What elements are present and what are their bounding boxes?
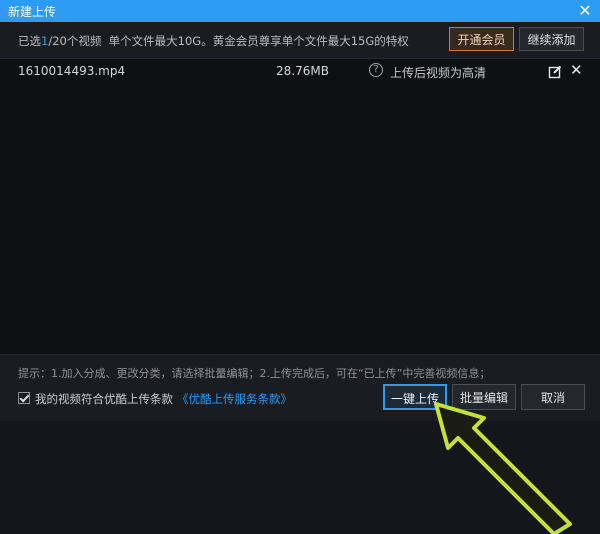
cancel-button[interactable]: 取消 <box>521 384 585 410</box>
file-row[interactable]: 1610014493.mp4 28.76MB ? 上传后视频为高清 ✕ <box>0 59 600 83</box>
file-name: 1610014493.mp4 <box>18 64 126 78</box>
selection-info: 已选1/20个视频 单个文件最大10G。黄金会员尊享单个文件最大15G的特权 <box>18 33 409 49</box>
selected-prefix: 已选 <box>18 34 41 48</box>
batch-edit-button[interactable]: 批量编辑 <box>452 384 516 410</box>
size-limit-text: 单个文件最大10G。黄金会员尊享单个文件最大15G的特权 <box>108 34 409 48</box>
close-icon[interactable]: ✕ <box>578 1 592 21</box>
dialog-title: 新建上传 <box>8 5 57 19</box>
continue-add-button[interactable]: 继续添加 <box>519 27 584 51</box>
open-vip-button[interactable]: 开通会员 <box>449 27 514 51</box>
remove-icon[interactable]: ✕ <box>570 61 584 79</box>
selected-suffix: /20个视频 <box>48 34 102 48</box>
agree-checkbox[interactable] <box>18 392 30 404</box>
file-size: 28.76MB <box>276 64 329 78</box>
edit-icon[interactable] <box>548 64 562 79</box>
agree-label: 我的视频符合优酷上传条款 <box>35 392 173 406</box>
upload-all-button[interactable]: 一键上传 <box>383 384 447 410</box>
upload-dialog: 新建上传 ✕ 已选1/20个视频 单个文件最大10G。黄金会员尊享单个文件最大1… <box>0 0 600 421</box>
background-area <box>0 421 600 534</box>
quality-note: 上传后视频为高清 <box>390 66 487 80</box>
tip-text: 提示：1.加入分成、更改分类，请选择批量编辑；2.上传完成后，可在“已上传”中完… <box>18 367 491 380</box>
title-bar: 新建上传 ✕ <box>0 0 600 22</box>
terms-link[interactable]: 《优酷上传服务条款》 <box>177 391 292 407</box>
file-list: 1610014493.mp4 28.76MB ? 上传后视频为高清 ✕ <box>0 58 600 355</box>
help-icon[interactable]: ? <box>369 63 383 77</box>
